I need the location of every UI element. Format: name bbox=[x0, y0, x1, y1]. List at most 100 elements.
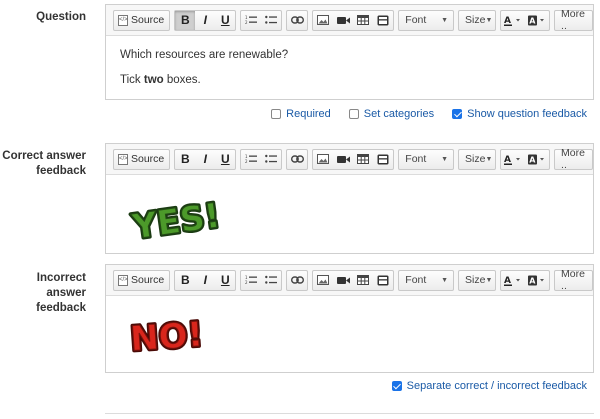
numbered-list-button[interactable]: 12 bbox=[241, 11, 261, 30]
yes-sticker-text: YES! bbox=[129, 196, 223, 247]
numbered-list-button[interactable]: 12 bbox=[241, 150, 261, 169]
background-color-button[interactable]: A bbox=[525, 150, 549, 169]
source-label: Source bbox=[131, 153, 165, 165]
table-icon bbox=[357, 275, 370, 285]
bullet-list-icon bbox=[265, 275, 278, 284]
video-button[interactable] bbox=[333, 150, 353, 169]
svg-text:2: 2 bbox=[245, 280, 248, 285]
image-icon bbox=[317, 154, 330, 164]
background-color-icon: A bbox=[528, 154, 545, 164]
separate-feedback-checkbox[interactable] bbox=[391, 381, 402, 391]
italic-button[interactable]: I bbox=[195, 11, 215, 30]
link-icon bbox=[290, 276, 304, 284]
set-categories-option[interactable]: Set categories bbox=[348, 108, 434, 120]
italic-button[interactable]: I bbox=[195, 150, 215, 169]
correct-feedback-label: Correct answer feedback bbox=[0, 149, 86, 179]
background-color-button[interactable]: A bbox=[525, 11, 549, 30]
editor-toolbar: </> Source B I U 12 Font ▼ Size ▼ A A Mo… bbox=[106, 265, 593, 296]
underline-button[interactable]: U bbox=[215, 11, 235, 30]
table-button[interactable] bbox=[353, 11, 373, 30]
link-button[interactable] bbox=[287, 11, 307, 30]
youtube-button[interactable] bbox=[373, 271, 393, 290]
underline-label: U bbox=[220, 273, 230, 287]
background-color-button[interactable]: A bbox=[525, 271, 549, 290]
bullet-list-button[interactable] bbox=[261, 11, 281, 30]
bold-button[interactable]: B bbox=[175, 150, 195, 169]
show-question-feedback-checkbox[interactable] bbox=[452, 109, 463, 119]
question-label: Question bbox=[0, 10, 86, 25]
separate-feedback-label: Separate correct / incorrect feedback bbox=[406, 380, 587, 392]
numbered-list-button[interactable]: 12 bbox=[241, 271, 261, 290]
list-group: 12 bbox=[240, 9, 283, 31]
text-color-button[interactable]: A bbox=[501, 11, 525, 30]
more-button[interactable]: More .. bbox=[554, 147, 593, 171]
numbered-list-icon: 12 bbox=[245, 154, 258, 164]
youtube-button[interactable] bbox=[373, 150, 393, 169]
color-group: A A bbox=[500, 148, 551, 170]
more-button[interactable]: More .. bbox=[554, 268, 593, 292]
correct-feedback-content[interactable]: YES! YES! YES! bbox=[106, 175, 593, 264]
incorrect-feedback-label-line-1: Incorrect answer bbox=[36, 272, 86, 299]
color-group: A A bbox=[500, 269, 551, 291]
image-button[interactable] bbox=[313, 11, 333, 30]
size-label: Size bbox=[465, 274, 486, 286]
chevron-down-icon: ▼ bbox=[441, 276, 449, 284]
underline-label: U bbox=[220, 13, 230, 27]
video-button[interactable] bbox=[333, 11, 353, 30]
underline-button[interactable]: U bbox=[215, 271, 235, 290]
link-button[interactable] bbox=[287, 271, 307, 290]
text-color-button[interactable]: A bbox=[501, 271, 525, 290]
chevron-down-icon: ▼ bbox=[485, 16, 493, 24]
link-icon bbox=[290, 16, 304, 24]
svg-text:2: 2 bbox=[245, 20, 248, 25]
question-content[interactable]: Which resources are renewable? Tick two … bbox=[106, 36, 593, 110]
set-categories-checkbox[interactable] bbox=[348, 109, 359, 119]
underline-button[interactable]: U bbox=[215, 150, 235, 169]
font-dropdown[interactable]: Font ▼ bbox=[398, 269, 455, 291]
chevron-down-icon: ▼ bbox=[441, 16, 449, 24]
font-label: Font bbox=[405, 14, 427, 26]
correct-feedback-label-line-1: Correct answer bbox=[2, 150, 86, 162]
source-label: Source bbox=[131, 274, 165, 286]
video-button[interactable] bbox=[333, 271, 353, 290]
italic-button[interactable]: I bbox=[195, 271, 215, 290]
more-button[interactable]: More .. bbox=[554, 8, 593, 32]
table-icon bbox=[357, 15, 370, 25]
table-button[interactable] bbox=[353, 150, 373, 169]
link-icon bbox=[290, 155, 304, 163]
bullet-list-button[interactable] bbox=[261, 150, 281, 169]
image-button[interactable] bbox=[313, 150, 333, 169]
show-feedback-option[interactable]: Show question feedback bbox=[452, 108, 587, 120]
list-group: 12 bbox=[240, 269, 283, 291]
bold-button[interactable]: B bbox=[175, 271, 195, 290]
bold-button[interactable]: B bbox=[175, 10, 196, 30]
source-button[interactable]: </> Source bbox=[114, 11, 169, 30]
source-button[interactable]: </> Source bbox=[114, 271, 169, 290]
size-dropdown[interactable]: Size ▼ bbox=[458, 269, 497, 291]
section-divider bbox=[105, 413, 594, 414]
source-icon: </> bbox=[118, 153, 128, 165]
link-button[interactable] bbox=[287, 150, 307, 169]
incorrect-feedback-content[interactable]: NO! NO! NO! bbox=[106, 296, 593, 373]
font-dropdown[interactable]: Font ▼ bbox=[398, 9, 455, 31]
incorrect-feedback-label-line-2: feedback bbox=[36, 302, 86, 314]
table-button[interactable] bbox=[353, 271, 373, 290]
text-color-button[interactable]: A bbox=[501, 150, 525, 169]
editor-toolbar: </> Source B I U 12 Font ▼ Size ▼ A A Mo… bbox=[106, 5, 593, 36]
italic-label: I bbox=[203, 152, 207, 166]
size-dropdown[interactable]: Size ▼ bbox=[458, 9, 497, 31]
image-button[interactable] bbox=[313, 271, 333, 290]
youtube-button[interactable] bbox=[373, 11, 393, 30]
source-button[interactable]: </> Source bbox=[114, 150, 169, 169]
required-option[interactable]: Required bbox=[271, 108, 331, 120]
text-color-icon: A bbox=[504, 155, 521, 165]
format-group: B I U bbox=[174, 148, 237, 170]
separate-feedback-option[interactable]: Separate correct / incorrect feedback bbox=[391, 380, 587, 392]
font-dropdown[interactable]: Font ▼ bbox=[398, 148, 455, 170]
required-checkbox[interactable] bbox=[271, 109, 282, 119]
source-icon: </> bbox=[118, 14, 128, 26]
background-color-icon: A bbox=[528, 15, 545, 25]
numbered-list-icon: 12 bbox=[245, 15, 258, 25]
size-dropdown[interactable]: Size ▼ bbox=[458, 148, 497, 170]
bullet-list-button[interactable] bbox=[261, 271, 281, 290]
